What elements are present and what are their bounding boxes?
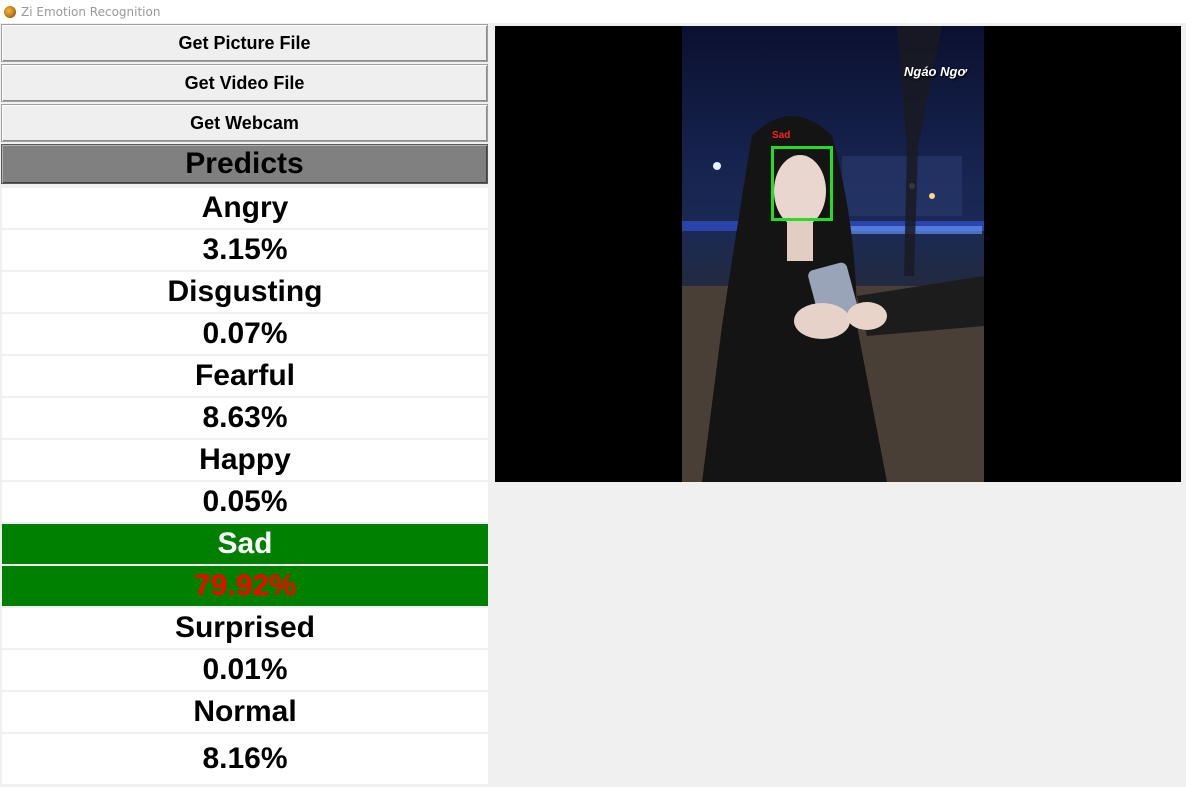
prediction-label-happy: Happy bbox=[2, 440, 488, 480]
prediction-value-fearful: 8.63% bbox=[2, 398, 488, 438]
prediction-value-normal: 8.16% bbox=[2, 734, 488, 784]
prediction-value-disgusting: 0.07% bbox=[2, 314, 488, 354]
prediction-value-angry: 3.15% bbox=[2, 230, 488, 270]
image-preview: Ngáo Ngơ Sad bbox=[495, 26, 1181, 482]
prediction-value-surprised: 0.01% bbox=[2, 650, 488, 690]
video-watermark: Ngáo Ngơ bbox=[904, 64, 967, 79]
get-webcam-button[interactable]: Get Webcam bbox=[1, 104, 488, 142]
prediction-label-normal: Normal bbox=[2, 692, 488, 732]
get-video-file-button[interactable]: Get Video File bbox=[1, 64, 488, 102]
face-detection-box bbox=[771, 146, 833, 221]
face-emotion-label: Sad bbox=[772, 130, 791, 141]
night-scene-photo bbox=[682, 26, 984, 482]
prediction-label-disgusting: Disgusting bbox=[2, 272, 488, 312]
window-title: Zi Emotion Recognition bbox=[21, 4, 161, 19]
predicts-header: Predicts bbox=[1, 144, 488, 184]
preview-photo: Ngáo Ngơ Sad bbox=[682, 26, 984, 482]
prediction-label-angry: Angry bbox=[2, 188, 488, 228]
prediction-label-sad: Sad bbox=[2, 524, 488, 564]
prediction-value-happy: 0.05% bbox=[2, 482, 488, 522]
prediction-label-surprised: Surprised bbox=[2, 608, 488, 648]
app-logo-icon bbox=[4, 5, 16, 18]
prediction-label-fearful: Fearful bbox=[2, 356, 488, 396]
title-bar: Zi Emotion Recognition bbox=[0, 0, 1186, 23]
prediction-value-sad: 79.92% bbox=[2, 566, 488, 606]
get-picture-file-button[interactable]: Get Picture File bbox=[1, 24, 488, 62]
